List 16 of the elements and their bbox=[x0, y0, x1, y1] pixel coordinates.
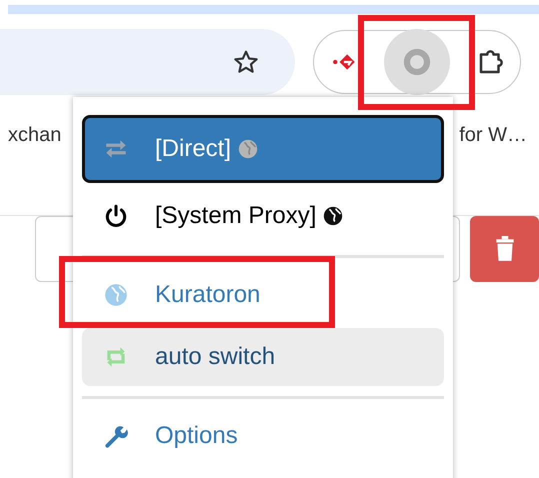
globe-icon bbox=[237, 138, 260, 160]
bookmark-label[interactable]: for W… bbox=[459, 124, 527, 147]
menu-item[interactable]: Options bbox=[82, 407, 444, 465]
globe-icon bbox=[322, 205, 344, 227]
trash-icon bbox=[494, 236, 516, 262]
star-icon[interactable] bbox=[233, 49, 259, 75]
menu-item[interactable]: [Direct] bbox=[82, 115, 444, 183]
ring-icon bbox=[402, 47, 432, 77]
bookmark-label[interactable]: xchan bbox=[8, 124, 62, 147]
delete-button[interactable] bbox=[470, 216, 539, 282]
power-icon bbox=[103, 203, 129, 229]
menu-item[interactable]: Kuratoron bbox=[82, 266, 444, 324]
menu-item[interactable]: [System Proxy] bbox=[82, 187, 444, 245]
menu-item[interactable]: auto switch bbox=[82, 328, 444, 386]
wrench-icon bbox=[103, 423, 129, 449]
globe-icon bbox=[103, 282, 129, 308]
